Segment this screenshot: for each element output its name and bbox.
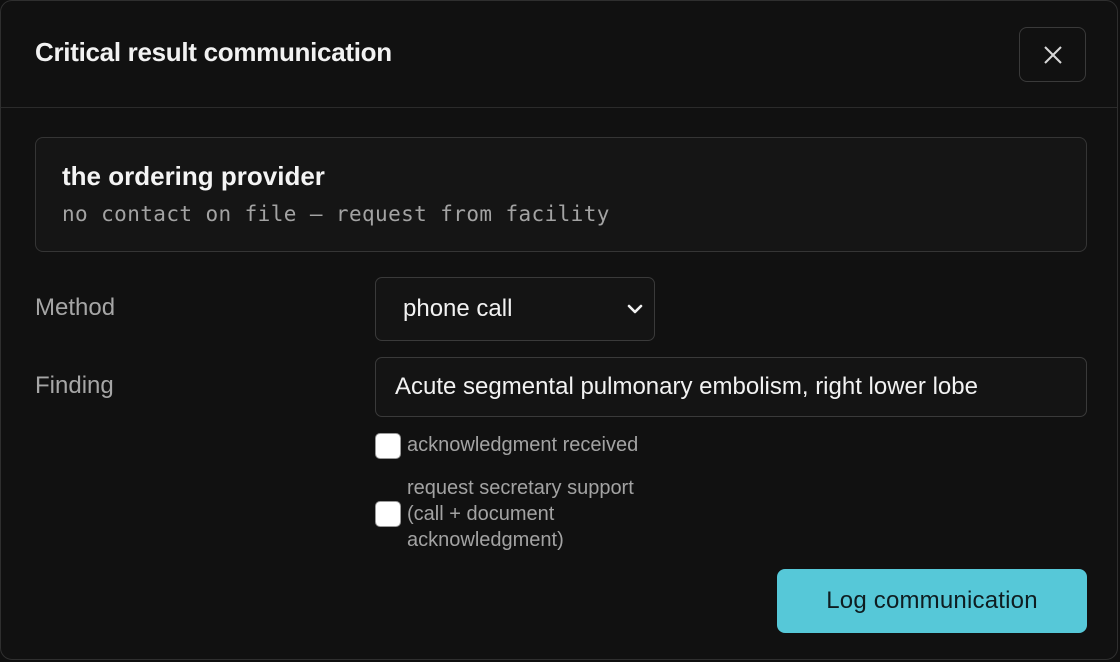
finding-input[interactable] xyxy=(375,357,1087,417)
chevron-down-icon xyxy=(627,304,643,314)
method-label: Method xyxy=(35,294,116,321)
log-communication-button[interactable]: Log communication xyxy=(777,569,1087,633)
acknowledgment-label: acknowledgment received xyxy=(407,434,639,456)
close-button[interactable] xyxy=(1019,27,1086,82)
contact-name: the ordering provider xyxy=(62,161,325,191)
secretary-support-checkbox[interactable] xyxy=(375,501,401,527)
method-select[interactable]: phone call xyxy=(375,277,655,341)
secretary-support-label-line: request secretary support xyxy=(407,477,634,499)
contact-note: no contact on file — request from facili… xyxy=(62,202,610,226)
critical-result-dialog: Critical result communication the orderi… xyxy=(0,0,1118,660)
contact-card: the ordering provider no contact on file… xyxy=(35,137,1087,252)
method-select-value: phone call xyxy=(403,295,513,322)
secretary-support-label-line: acknowledgment) xyxy=(407,529,564,551)
secretary-support-label: request secretary support (call + docume… xyxy=(407,475,634,553)
acknowledgment-checkbox[interactable] xyxy=(375,433,401,459)
dialog-title: Critical result communication xyxy=(35,37,392,67)
finding-label: Finding xyxy=(35,372,114,399)
secretary-support-label-line: (call + document xyxy=(407,503,555,525)
close-icon xyxy=(1043,45,1062,64)
dialog-header: Critical result communication xyxy=(1,1,1117,108)
